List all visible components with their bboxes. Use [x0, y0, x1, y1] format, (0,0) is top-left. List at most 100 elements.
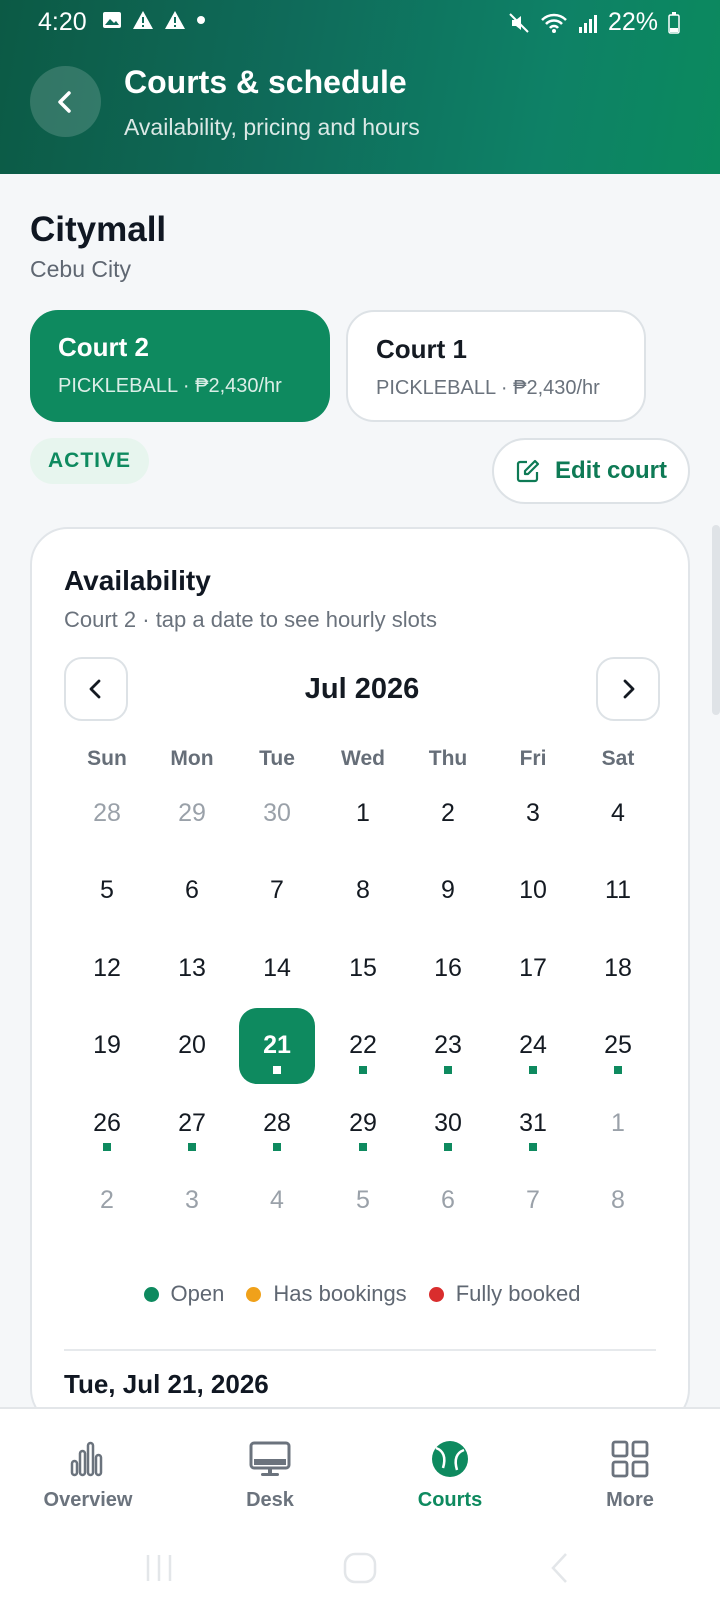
court-name: Court 2 — [58, 332, 149, 362]
day-number: 20 — [178, 1031, 206, 1059]
day-number: 15 — [349, 953, 377, 982]
day-number: 29 — [178, 798, 206, 827]
bar-chart-icon — [70, 1441, 103, 1477]
tab-overview[interactable]: Overview — [8, 1439, 168, 1512]
calendar-day[interactable]: 3 — [495, 775, 571, 851]
calendar-day[interactable]: 15 — [325, 930, 401, 1006]
tab-label: Overview — [43, 1489, 133, 1511]
tab-courts[interactable]: Courts — [370, 1439, 530, 1512]
day-number: 21 — [263, 1031, 291, 1059]
page-title: Courts & schedule — [124, 64, 407, 100]
day-number: 18 — [604, 953, 632, 982]
availability-title: Availability — [64, 565, 211, 596]
calendar-day[interactable]: 6 — [410, 1163, 486, 1239]
day-number: 31 — [519, 1108, 547, 1137]
tab-label: More — [606, 1489, 654, 1511]
tab-desk[interactable]: Desk — [190, 1439, 350, 1512]
calendar-day[interactable]: 8 — [580, 1163, 656, 1239]
calendar-legend: Open Has bookings Fully booked — [32, 1281, 692, 1307]
calendar-day[interactable]: 30 — [239, 775, 315, 851]
day-number: 2 — [100, 1186, 114, 1214]
recents-icon[interactable] — [144, 1551, 174, 1585]
availability-subtitle: Court 2 · tap a date to see hourly slots — [64, 607, 437, 632]
warning-icon — [165, 11, 185, 29]
venue-city: Cebu City — [30, 256, 131, 282]
tab-more[interactable]: More — [550, 1439, 710, 1512]
open-indicator — [529, 1143, 537, 1151]
day-number: 16 — [434, 953, 462, 982]
day-number: 4 — [270, 1186, 284, 1214]
open-indicator — [359, 1143, 367, 1151]
page-subtitle: Availability, pricing and hours — [124, 114, 420, 140]
calendar-day[interactable]: 29 — [154, 775, 230, 851]
calendar-day[interactable]: 16 — [410, 930, 486, 1006]
calendar-day[interactable]: 7 — [239, 853, 315, 929]
calendar-day[interactable]: 24 — [495, 1008, 571, 1084]
open-indicator — [188, 1143, 196, 1151]
calendar-day[interactable]: 31 — [495, 1085, 571, 1161]
home-icon[interactable] — [342, 1551, 378, 1585]
court-chip-court-2[interactable]: Court 2 PICKLEBALL · ₱2,430/hr — [30, 310, 330, 422]
tab-label: Desk — [246, 1489, 294, 1511]
calendar-day[interactable]: 12 — [69, 930, 145, 1006]
venue-name: Citymall — [30, 210, 167, 249]
calendar-day[interactable]: 5 — [69, 853, 145, 929]
calendar-day[interactable]: 14 — [239, 930, 315, 1006]
edit-court-label: Edit court — [555, 457, 667, 484]
calendar-day[interactable]: 28 — [239, 1085, 315, 1161]
court-meta: PICKLEBALL · ₱2,430/hr — [58, 375, 282, 397]
calendar-day[interactable]: 28 — [69, 775, 145, 851]
day-number: 26 — [93, 1108, 121, 1137]
calendar-day[interactable]: 7 — [495, 1163, 571, 1239]
calendar-day[interactable]: 13 — [154, 930, 230, 1006]
day-number: 13 — [178, 953, 206, 982]
calendar-day[interactable]: 11 — [580, 853, 656, 929]
calendar-day[interactable]: 3 — [154, 1163, 230, 1239]
next-month-button[interactable] — [596, 657, 660, 721]
battery-icon — [668, 11, 680, 34]
divider — [64, 1349, 656, 1351]
back-nav-icon[interactable] — [548, 1551, 572, 1585]
back-button[interactable] — [30, 66, 101, 137]
open-indicator — [444, 1065, 452, 1074]
calendar-day[interactable]: 29 — [325, 1085, 401, 1161]
calendar-day[interactable]: 27 — [154, 1085, 230, 1161]
day-number: 24 — [519, 1031, 547, 1059]
calendar-day[interactable]: 20 — [154, 1008, 230, 1084]
calendar-day[interactable]: 10 — [495, 853, 571, 929]
grid-icon — [611, 1440, 649, 1478]
calendar-day[interactable]: 4 — [239, 1163, 315, 1239]
court-chip-court-1[interactable]: Court 1 PICKLEBALL · ₱2,430/hr — [346, 310, 646, 422]
status-time: 4:20 — [38, 8, 87, 36]
calendar-day[interactable]: 1 — [580, 1085, 656, 1161]
day-number: 5 — [100, 876, 114, 904]
day-number: 5 — [356, 1186, 370, 1214]
calendar-day[interactable]: 6 — [154, 853, 230, 929]
day-number: 4 — [611, 798, 625, 827]
calendar-day[interactable]: 1 — [325, 775, 401, 851]
calendar-day[interactable]: 2 — [69, 1163, 145, 1239]
calendar-day[interactable]: 4 — [580, 775, 656, 851]
calendar-day[interactable]: 19 — [69, 1008, 145, 1084]
calendar-day[interactable]: 30 — [410, 1085, 486, 1161]
day-number: 10 — [519, 876, 547, 904]
weekday-header: Wed — [341, 747, 385, 770]
calendar-day[interactable]: 5 — [325, 1163, 401, 1239]
day-number: 6 — [441, 1186, 455, 1214]
calendar-day[interactable]: 9 — [410, 853, 486, 929]
calendar-day[interactable]: 26 — [69, 1085, 145, 1161]
calendar-day[interactable]: 17 — [495, 930, 571, 1006]
day-number: 3 — [185, 1186, 199, 1214]
app-header: 4:20 22% Courts & schedule Availability,… — [0, 0, 720, 174]
calendar-day[interactable]: 8 — [325, 853, 401, 929]
edit-court-button[interactable]: Edit court — [492, 438, 690, 504]
calendar-day[interactable]: 18 — [580, 930, 656, 1006]
calendar-day[interactable]: 2 — [410, 775, 486, 851]
calendar-day[interactable]: 25 — [580, 1008, 656, 1084]
scrollbar[interactable] — [712, 525, 720, 715]
image-icon — [103, 12, 121, 28]
bottom-nav: Overview Desk Courts More — [0, 1407, 720, 1600]
calendar-day-selected[interactable]: 21 — [239, 1007, 315, 1084]
calendar-day[interactable]: 23 — [410, 1008, 486, 1084]
calendar-day[interactable]: 22 — [325, 1008, 401, 1084]
